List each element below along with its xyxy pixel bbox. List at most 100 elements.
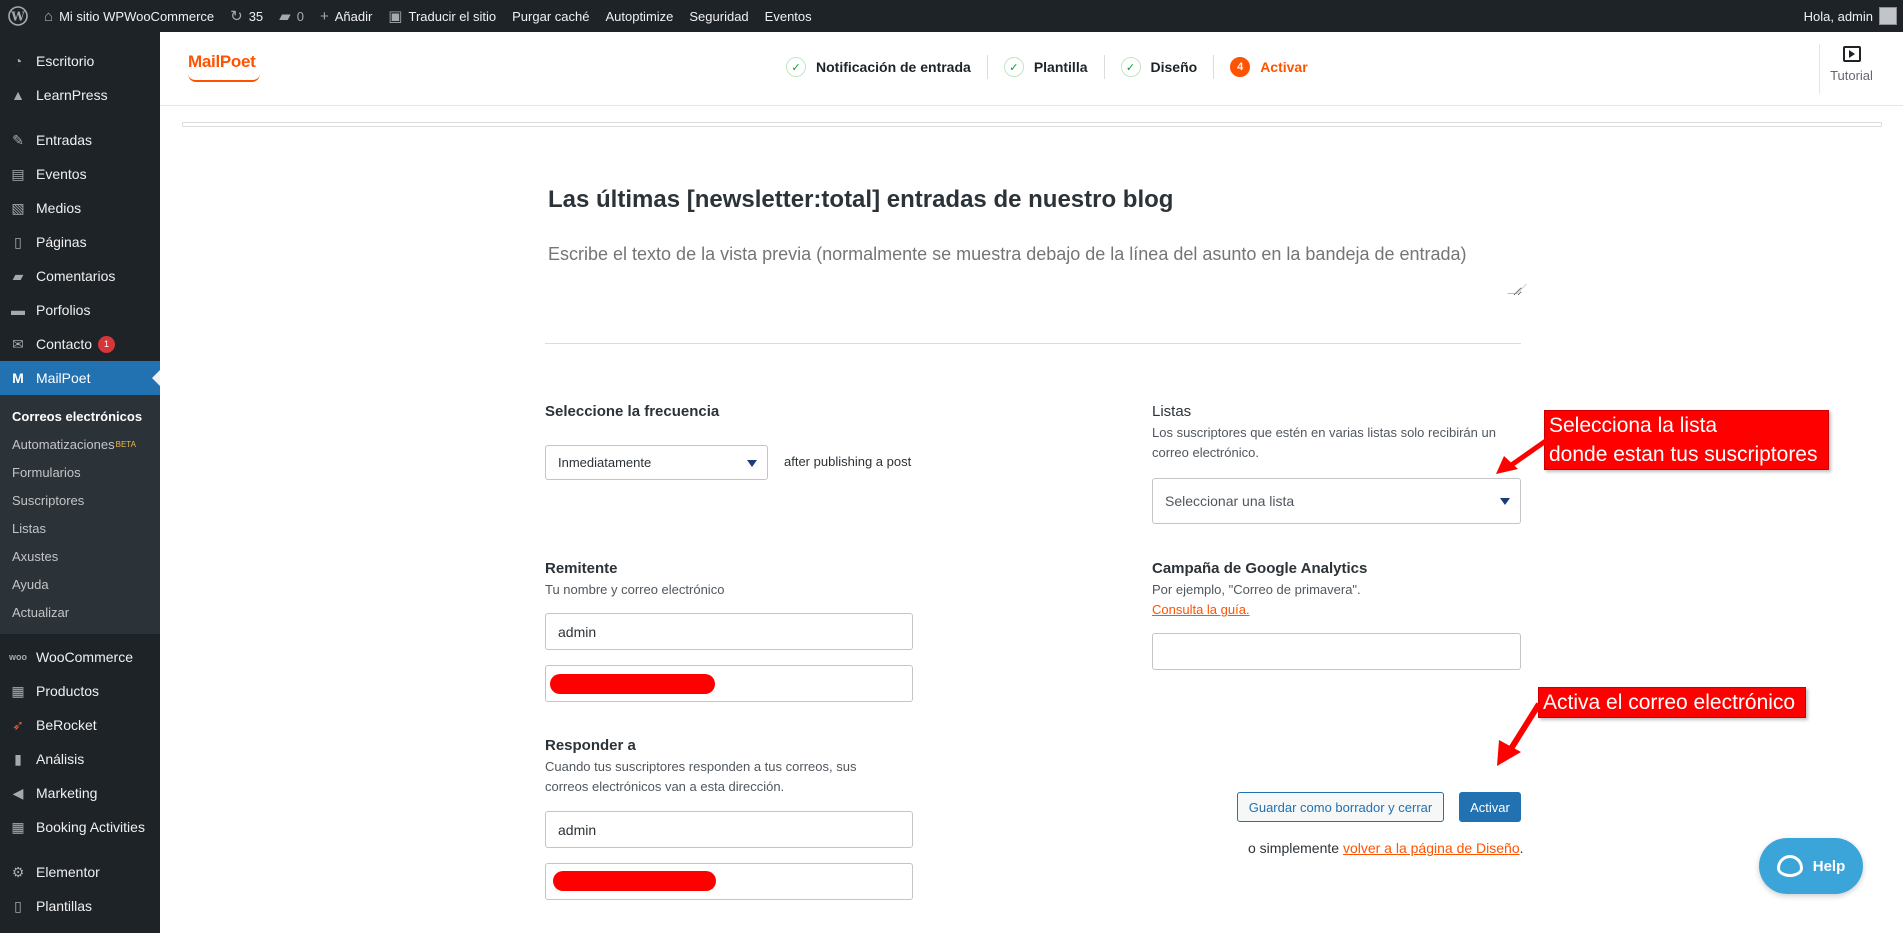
analytics-guide-link[interactable]: Consulta la guía.	[1152, 600, 1250, 620]
check-icon: ✓	[1120, 57, 1141, 77]
sidebar-item-contacto[interactable]: ✉ Contacto 1	[0, 327, 160, 361]
sidebar-item-medios[interactable]: ▧ Medios	[0, 191, 160, 225]
avatar	[1879, 7, 1897, 25]
tutorial-button[interactable]: Tutorial	[1819, 44, 1875, 94]
events-link[interactable]: Eventos	[757, 0, 820, 32]
pin-icon: ✎	[12, 131, 24, 148]
sidebar-item-berocket[interactable]: ➶ BeRocket	[0, 708, 160, 742]
lists-label: Listas	[1152, 403, 1192, 420]
newsletter-subject[interactable]: Las últimas [newsletter:total] entradas …	[548, 186, 1173, 214]
plus-icon: +	[319, 7, 329, 25]
sidebar-item-marketing[interactable]: ◀ Marketing	[0, 776, 160, 810]
frequency-select[interactable]: Inmediatamente	[545, 445, 768, 480]
reply-to-name-input[interactable]: admin	[545, 811, 913, 848]
sidebar-item-paginas[interactable]: ▯ Páginas	[0, 225, 160, 259]
step-activar: 4 Activar	[1214, 55, 1323, 79]
submenu-item-suscriptores[interactable]: Suscriptores	[0, 486, 160, 514]
mail-icon: ✉	[12, 335, 24, 352]
sidebar-item-escritorio[interactable]: ◔ Escritorio	[0, 44, 160, 78]
sender-help: Tu nombre y correo electrónico	[545, 582, 725, 597]
help-button[interactable]: Help	[1759, 838, 1863, 894]
sidebar-item-comentarios[interactable]: ▰ Comentarios	[0, 259, 160, 293]
preview-text-input[interactable]	[544, 240, 1522, 296]
sidebar-item-elementor[interactable]: ⚙ Elementor	[0, 855, 160, 889]
wordpress-logo-icon[interactable]: W	[0, 0, 36, 32]
gear-icon: ⚙	[11, 863, 25, 880]
calendar-grid-icon: ▦	[11, 818, 25, 835]
sidebar-item-booking[interactable]: ▦ Booking Activities	[0, 810, 160, 844]
bar-chart-icon: ▮	[14, 750, 22, 767]
calendar-icon: ▤	[11, 165, 25, 182]
sender-name-input[interactable]: admin	[545, 613, 913, 650]
updates-link[interactable]: ↻ 35	[222, 0, 271, 32]
mailpoet-icon: M	[12, 370, 24, 386]
comment-icon: ▰	[279, 8, 291, 25]
submenu-item-ayuda[interactable]: Ayuda	[0, 570, 160, 598]
wizard-header: MailPoet ✓ Notificación de entrada ✓ Plant…	[160, 32, 1903, 106]
comments-link[interactable]: ▰ 0	[271, 0, 312, 32]
sidebar-item-porfolios[interactable]: ▬ Porfolios	[0, 293, 160, 327]
comment-icon: ▰	[12, 267, 24, 284]
submenu-item-axustes[interactable]: Axustes	[0, 542, 160, 570]
folder-icon: ▬	[11, 302, 25, 318]
redaction-mark	[550, 674, 715, 694]
chevron-down-icon	[1500, 498, 1510, 505]
site-name-link[interactable]: ⌂ Mi sitio WPWooCommerce	[36, 0, 222, 32]
templates-icon: ▯	[14, 897, 22, 914]
sidebar-item-woocommerce[interactable]: woo WooCommerce	[0, 640, 160, 674]
account-link[interactable]: Hola, admin	[1796, 0, 1903, 32]
sidebar-item-entradas[interactable]: ✎ Entradas	[0, 123, 160, 157]
graduation-cap-icon: ▲	[11, 87, 25, 103]
step-notificacion[interactable]: ✓ Notificación de entrada	[770, 55, 988, 79]
redaction-mark	[553, 871, 716, 891]
save-draft-button[interactable]: Guardar como borrador y cerrar	[1237, 792, 1444, 822]
purge-cache-link[interactable]: Purgar caché	[504, 0, 597, 32]
admin-bar: W ⌂ Mi sitio WPWooCommerce ↻ 35 ▰ 0 + Añ…	[0, 0, 1903, 32]
notification-badge: 1	[98, 335, 116, 353]
security-link[interactable]: Seguridad	[681, 0, 756, 32]
list-arrow-icon	[1496, 436, 1552, 474]
activate-button[interactable]: Activar	[1459, 792, 1521, 822]
back-to-design-link[interactable]: volver a la página de Diseño	[1343, 840, 1520, 856]
submenu-item-actualizar[interactable]: Actualizar	[0, 598, 160, 626]
list-select[interactable]: Seleccionar una lista	[1152, 478, 1521, 524]
step-diseno[interactable]: ✓ Diseño	[1105, 55, 1215, 79]
sidebar-item-analisis[interactable]: ▮ Análisis	[0, 742, 160, 776]
dashboard-icon: ◔	[13, 53, 23, 69]
home-icon: ⌂	[44, 7, 54, 25]
sidebar-item-learnpress[interactable]: ▲ LearnPress	[0, 78, 160, 112]
reply-to-label: Responder a	[545, 737, 636, 754]
submenu-item-automatizaciones[interactable]: Automatizaciones BETA	[0, 430, 160, 458]
translate-link[interactable]: ▣ Traducir el sitio	[380, 0, 504, 32]
add-new-link[interactable]: + Añadir	[312, 0, 380, 32]
sidebar-item-productos[interactable]: ▦ Productos	[0, 674, 160, 708]
sidebar-item-eventos[interactable]: ▤ Eventos	[0, 157, 160, 191]
mailpoet-logo[interactable]: MailPoet	[188, 52, 256, 72]
rocket-icon: ➶	[12, 716, 24, 733]
back-to-design-line: o simplemente volver a la página de Dise…	[1248, 840, 1524, 856]
pages-icon: ▯	[14, 233, 22, 250]
sidebar-item-plantillas[interactable]: ▯ Plantillas	[0, 889, 160, 923]
analytics-campaign-input[interactable]	[1152, 633, 1521, 670]
sidebar-item-mailpoet[interactable]: M MailPoet	[0, 361, 160, 395]
megaphone-icon: ◀	[12, 784, 24, 801]
submenu-item-correos[interactable]: Correos electrónicos	[0, 402, 160, 430]
translate-icon: ▣	[388, 8, 403, 25]
admin-sidebar: ◔ Escritorio ▲ LearnPress ✎ Entradas ▤ Event…	[0, 32, 160, 933]
lists-help: Los suscriptores que estén en varias lis…	[1152, 425, 1496, 460]
autoptimize-link[interactable]: Autoptimize	[597, 0, 681, 32]
activate-arrow-icon	[1497, 702, 1542, 766]
play-icon	[1842, 46, 1861, 62]
sender-label: Remitente	[545, 560, 618, 577]
woo-icon: woo	[9, 652, 27, 662]
refresh-icon: ↻	[230, 8, 243, 25]
chat-bubble-icon	[1776, 855, 1803, 877]
archive-icon: ▦	[11, 682, 25, 699]
check-icon: ✓	[786, 57, 806, 77]
reply-to-help: Cuando tus suscriptores responden a tus …	[545, 759, 857, 794]
submenu-item-formularios[interactable]: Formularios	[0, 458, 160, 486]
frequency-suffix: after publishing a post	[784, 454, 912, 469]
check-icon: ✓	[1003, 57, 1024, 77]
step-plantilla[interactable]: ✓ Plantilla	[988, 55, 1105, 79]
submenu-item-listas[interactable]: Listas	[0, 514, 160, 542]
